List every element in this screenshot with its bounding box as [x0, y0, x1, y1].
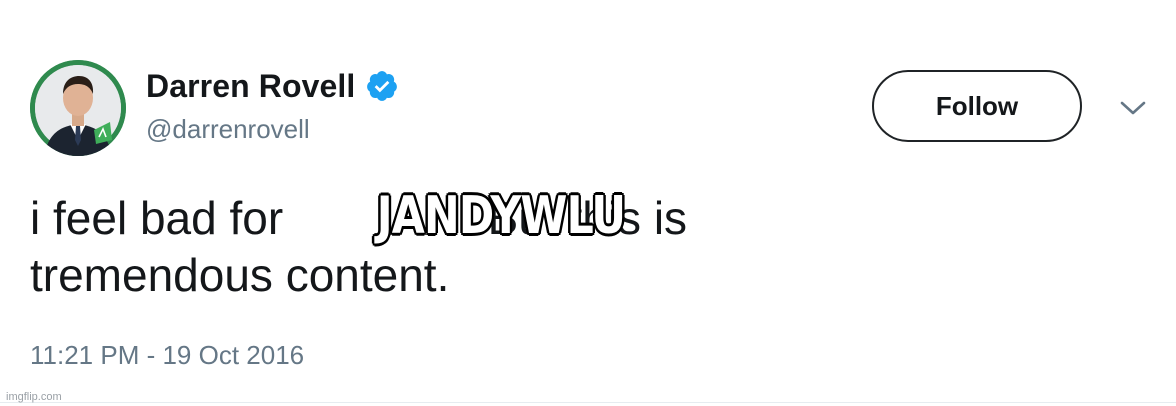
tweet-timestamp[interactable]: 11:21 PM - 19 Oct 2016: [30, 340, 304, 371]
user-info: Darren Rovell @darrenrovell: [146, 64, 399, 154]
verified-badge-icon: [365, 69, 399, 103]
bottom-divider: [0, 402, 1176, 403]
chevron-down-icon[interactable]: [1119, 98, 1147, 118]
avatar[interactable]: [30, 60, 126, 156]
follow-button[interactable]: Follow: [872, 70, 1082, 142]
meme-overlay-caption: JANDYWLU: [376, 186, 626, 246]
display-name[interactable]: Darren Rovell: [146, 68, 355, 105]
tweet-card: Darren Rovell @darrenrovell Follow i fee…: [0, 0, 1176, 406]
user-handle[interactable]: @darrenrovell: [146, 114, 399, 145]
avatar-image: [30, 60, 126, 156]
imgflip-watermark: imgflip.com: [6, 391, 62, 403]
name-row: Darren Rovell: [146, 64, 399, 108]
